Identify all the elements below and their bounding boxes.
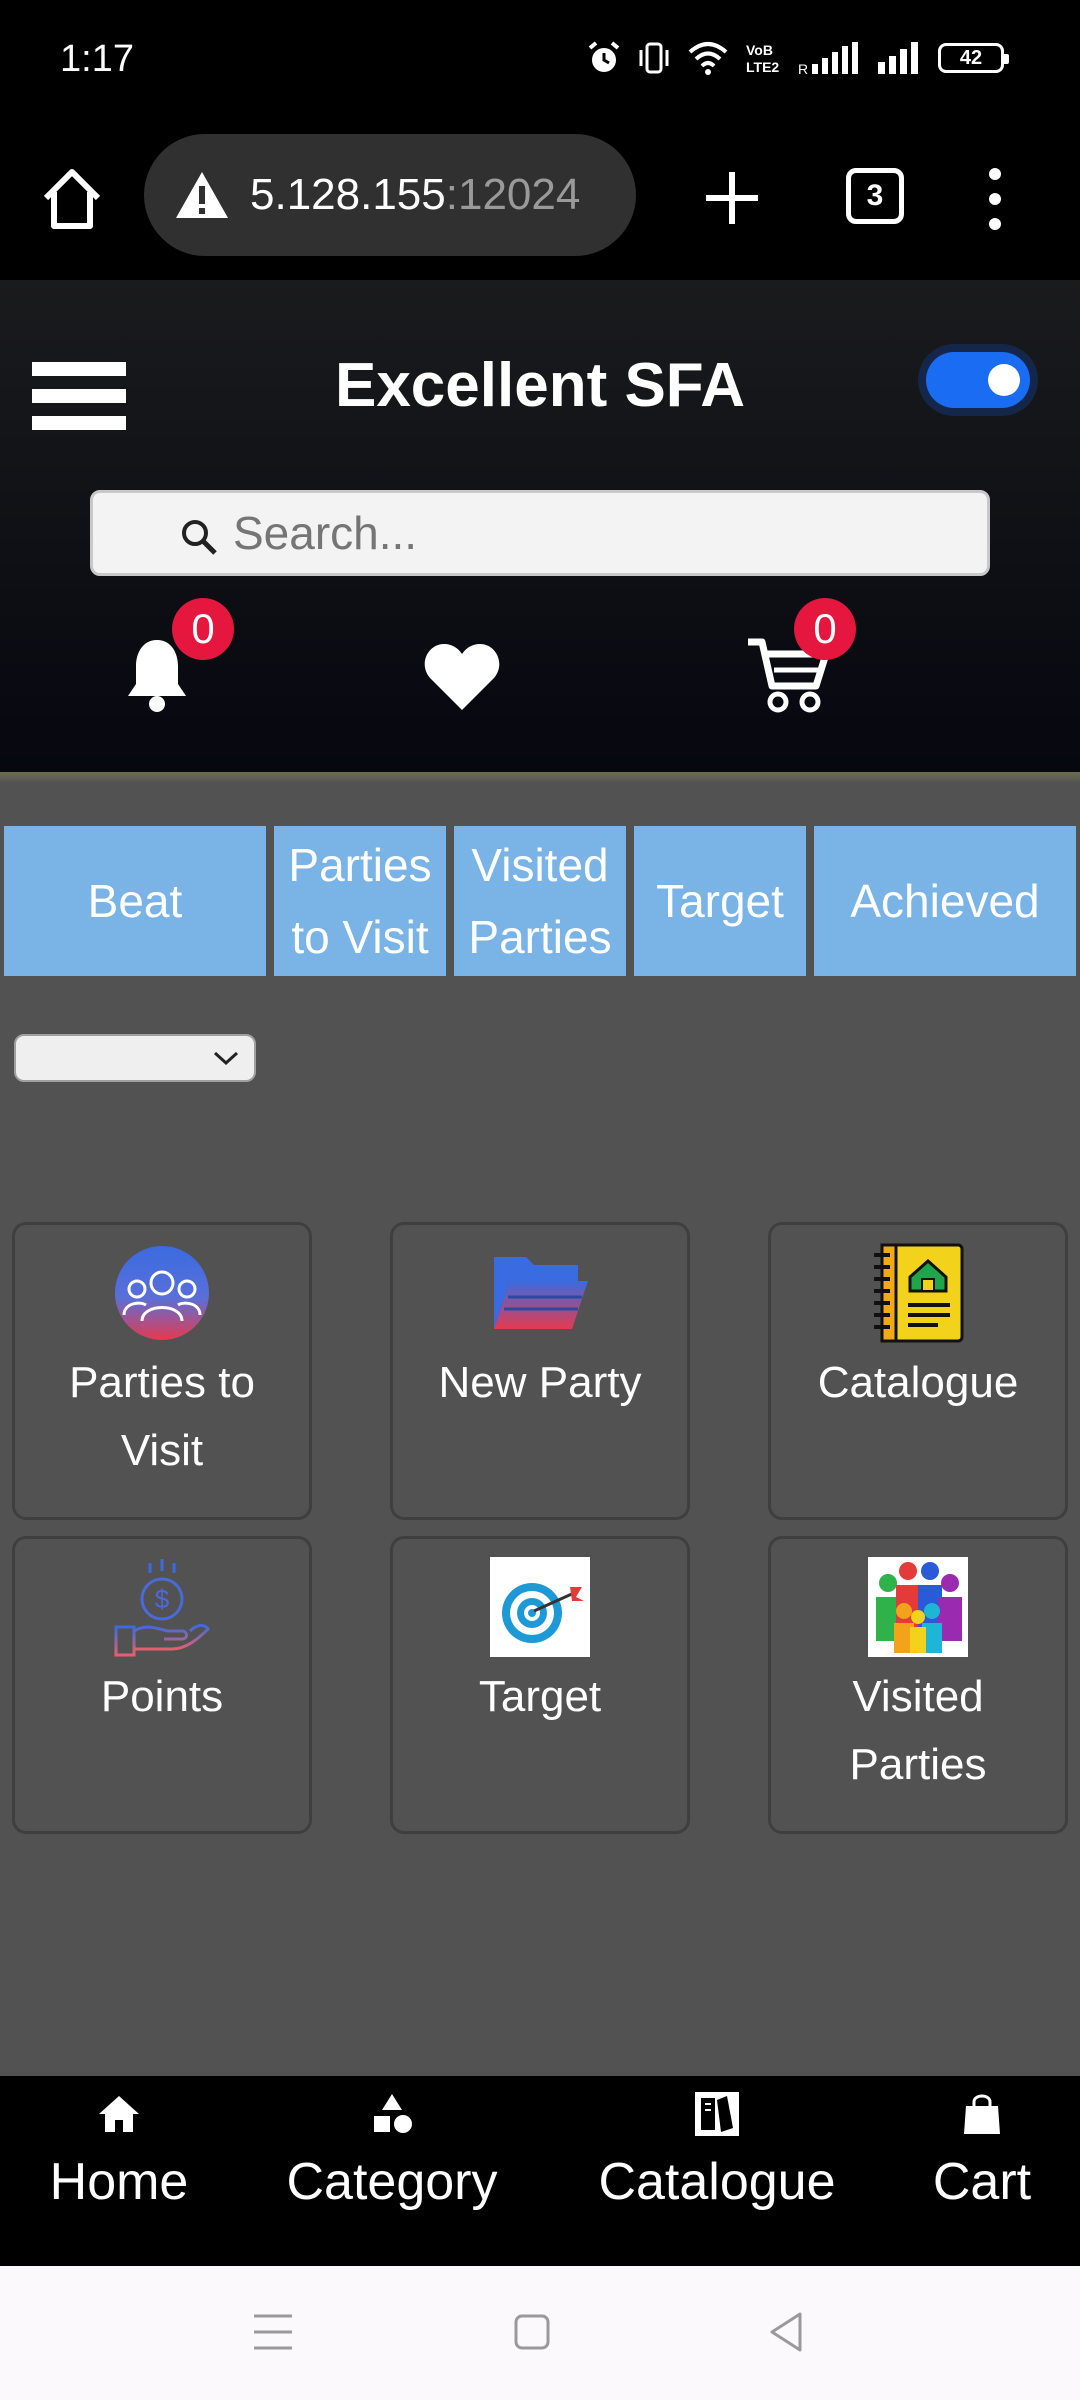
people-circle-icon bbox=[868, 1557, 968, 1657]
nav-catalogue[interactable]: Catalogue bbox=[586, 2090, 848, 2212]
theme-toggle[interactable] bbox=[918, 344, 1038, 416]
tab-target[interactable]: Target bbox=[634, 826, 806, 976]
tab-achieved[interactable]: Achieved bbox=[814, 826, 1076, 976]
tab-switcher-button[interactable]: 3 bbox=[846, 168, 904, 224]
shopping-bag-icon bbox=[964, 2094, 1000, 2134]
tile-label: Catalogue bbox=[817, 1358, 1019, 1407]
nav-cart[interactable]: Cart bbox=[924, 2090, 1040, 2212]
recent-apps-icon[interactable] bbox=[252, 2310, 294, 2354]
main-content: Beat Parties to Visit Visited Parties Ta… bbox=[0, 772, 1080, 2076]
category-shapes-icon bbox=[374, 2094, 412, 2133]
svg-text:VoB: VoB bbox=[746, 42, 773, 58]
group-icon bbox=[115, 1246, 209, 1340]
catalogue-book-icon bbox=[874, 1243, 964, 1343]
bottom-nav: Home Category Catalogue Cart bbox=[0, 2076, 1080, 2266]
points-hand-icon: $ bbox=[114, 1559, 210, 1657]
tile-catalogue[interactable]: Catalogue bbox=[768, 1222, 1068, 1520]
signal-icon-2 bbox=[878, 42, 918, 74]
alarm-icon bbox=[588, 41, 620, 72]
tile-visited-parties[interactable]: Visited Parties bbox=[768, 1536, 1068, 1834]
tab-visited-parties[interactable]: Visited Parties bbox=[454, 826, 626, 976]
nav-label: Catalogue bbox=[598, 2153, 836, 2211]
nav-label: Home bbox=[49, 2153, 189, 2211]
volte-icon: VoBLTE2 bbox=[746, 42, 779, 75]
tile-points[interactable]: $ Points bbox=[12, 1536, 312, 1834]
tile-label: Points bbox=[100, 1672, 224, 1721]
warning-icon bbox=[176, 172, 228, 218]
tile-new-party[interactable]: New Party bbox=[390, 1222, 690, 1520]
cart-badge: 0 bbox=[794, 598, 856, 660]
url-host: 5.128.155 bbox=[250, 170, 446, 219]
notification-badge: 0 bbox=[172, 598, 234, 660]
folder-icon bbox=[494, 1257, 588, 1329]
tile-parties-to-visit[interactable]: Parties to Visit bbox=[12, 1222, 312, 1520]
tile-label: Visited Parties bbox=[849, 1672, 987, 1789]
search-box[interactable] bbox=[90, 490, 990, 576]
svg-text:R: R bbox=[798, 61, 808, 76]
new-tab-icon[interactable] bbox=[700, 166, 764, 230]
url-bar[interactable]: 5.128.155:12024 bbox=[144, 134, 636, 256]
tile-label: New Party bbox=[438, 1358, 642, 1407]
url-port: :12024 bbox=[445, 170, 581, 219]
search-icon bbox=[182, 520, 217, 555]
chevron-down-icon bbox=[213, 1051, 239, 1066]
divider bbox=[0, 772, 1080, 782]
search-input[interactable] bbox=[233, 506, 987, 560]
system-home-icon[interactable] bbox=[512, 2310, 552, 2354]
status-time: 1:17 bbox=[60, 38, 134, 80]
back-icon[interactable] bbox=[766, 2310, 806, 2354]
catalogue-icon bbox=[695, 2092, 739, 2136]
tab-beat[interactable]: Beat bbox=[4, 826, 266, 976]
beat-select[interactable] bbox=[14, 1034, 256, 1082]
status-bar: 1:17 VoB LTE2 R 42 bbox=[0, 0, 1080, 124]
nav-label: Cart bbox=[932, 2153, 1032, 2211]
tab-parties-to-visit[interactable]: Parties to Visit bbox=[274, 826, 446, 976]
tile-target[interactable]: Target bbox=[390, 1536, 690, 1834]
home-icon bbox=[99, 2096, 139, 2132]
vibrate-icon bbox=[639, 42, 669, 74]
signal-icon: R bbox=[798, 42, 858, 76]
tile-label: Target bbox=[478, 1672, 602, 1721]
nav-home[interactable]: Home bbox=[36, 2090, 202, 2212]
battery-indicator: 42 bbox=[938, 43, 1009, 73]
app-header: Excellent SFA 0 0 bbox=[0, 280, 1080, 772]
nav-label: Category bbox=[286, 2153, 498, 2211]
status-icons: VoB LTE2 R 42 bbox=[586, 40, 1009, 76]
nav-category[interactable]: Category bbox=[276, 2090, 508, 2212]
heart-icon[interactable] bbox=[422, 642, 502, 712]
more-options-icon[interactable] bbox=[980, 164, 1010, 234]
browser-home-icon[interactable] bbox=[40, 164, 104, 234]
target-icon bbox=[490, 1557, 590, 1657]
svg-text:$: $ bbox=[155, 1584, 170, 1614]
wifi-icon bbox=[688, 42, 728, 75]
tile-label: Parties to Visit bbox=[69, 1358, 255, 1475]
svg-text:LTE2: LTE2 bbox=[746, 59, 779, 75]
system-nav-bar bbox=[0, 2266, 1080, 2400]
browser-toolbar: 5.128.155:12024 3 bbox=[0, 124, 1080, 280]
